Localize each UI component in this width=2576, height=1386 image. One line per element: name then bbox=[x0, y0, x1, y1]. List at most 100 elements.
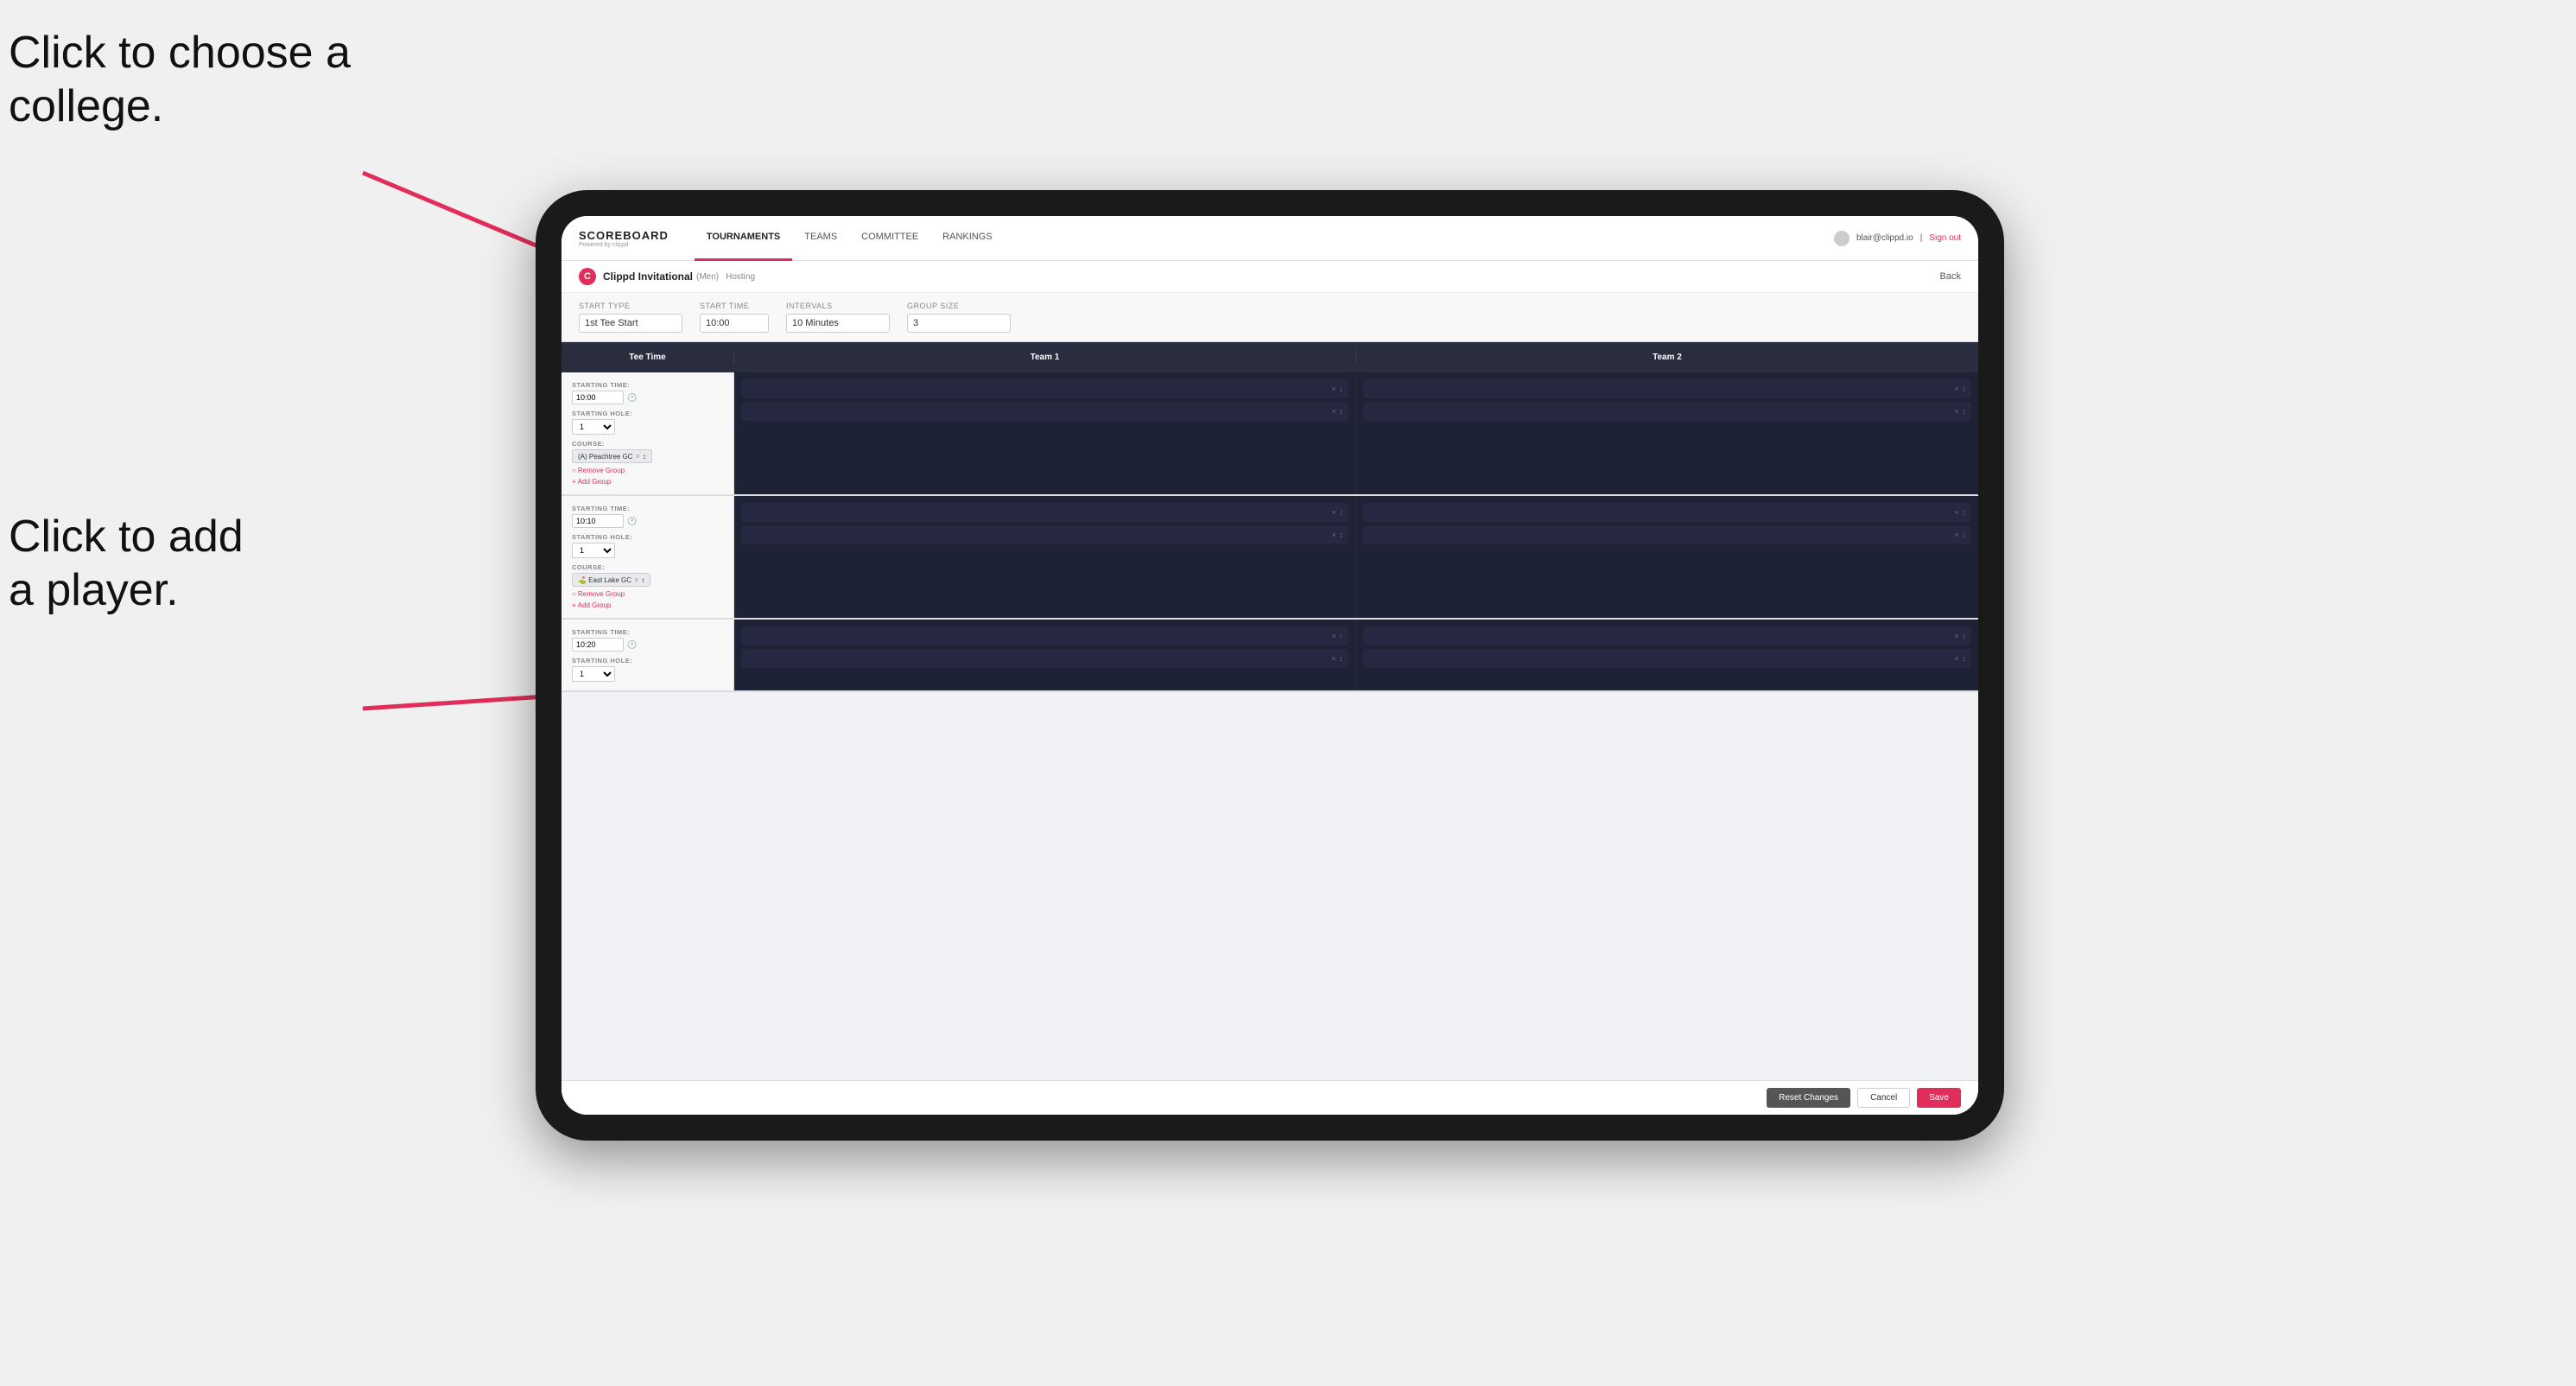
controls-row: Start Type 1st Tee Start Start Time Inte… bbox=[562, 293, 1978, 342]
starting-time-input-2[interactable] bbox=[572, 514, 624, 528]
group-row-3: STARTING TIME: 🕐 STARTING HOLE: 1 bbox=[562, 620, 1978, 692]
remove-group-2[interactable]: ○Remove Group bbox=[572, 590, 723, 598]
reorder-player-3b[interactable]: ↕ bbox=[1340, 654, 1344, 663]
remove-player-3c[interactable]: × bbox=[1954, 632, 1958, 640]
left-panel-1: STARTING TIME: 🕐 STARTING HOLE: 1 COURSE… bbox=[562, 372, 734, 494]
team1-panel-3: × ↕ × ↕ bbox=[734, 620, 1356, 690]
starting-hole-label-3: STARTING HOLE: bbox=[572, 657, 723, 664]
starting-time-label-2: STARTING TIME: bbox=[572, 505, 723, 512]
player-slot-2a[interactable]: × ↕ bbox=[741, 503, 1348, 522]
remove-player-2c[interactable]: × bbox=[1954, 508, 1958, 517]
start-type-group: Start Type 1st Tee Start bbox=[579, 302, 682, 333]
start-type-select[interactable]: 1st Tee Start bbox=[579, 314, 682, 333]
group-size-group: Group Size 3 bbox=[907, 302, 1011, 333]
nav-committee[interactable]: COMMITTEE bbox=[849, 216, 930, 261]
player-slot-3b[interactable]: × ↕ bbox=[741, 649, 1348, 668]
reorder-course-1[interactable]: ↕ bbox=[643, 453, 646, 461]
nav-links: TOURNAMENTS TEAMS COMMITTEE RANKINGS bbox=[695, 216, 1834, 261]
team2-panel-3: × ↕ × ↕ bbox=[1356, 620, 1978, 690]
player-slot-2d[interactable]: × ↕ bbox=[1363, 525, 1971, 544]
reorder-player-2a[interactable]: ↕ bbox=[1340, 508, 1344, 517]
remove-course-1[interactable]: × bbox=[636, 452, 640, 461]
nav-bar: SCOREBOARD Powered by clippd TOURNAMENTS… bbox=[562, 216, 1978, 261]
player-slot-1d[interactable]: × ↕ bbox=[1363, 402, 1971, 421]
intervals-select[interactable]: 10 Minutes bbox=[786, 314, 890, 333]
save-button[interactable]: Save bbox=[1917, 1088, 1961, 1108]
course-label-1: COURSE: bbox=[572, 440, 723, 448]
player-slot-1b[interactable]: × ↕ bbox=[741, 402, 1348, 421]
reorder-player-1b[interactable]: ↕ bbox=[1340, 407, 1344, 416]
player-slot-3d[interactable]: × ↕ bbox=[1363, 649, 1971, 668]
starting-time-label-3: STARTING TIME: bbox=[572, 628, 723, 636]
gender-label: (Men) bbox=[696, 272, 719, 282]
nav-right: blair@clippd.io | Sign out bbox=[1834, 231, 1961, 246]
group-row-2: STARTING TIME: 🕐 STARTING HOLE: 1 COURSE… bbox=[562, 496, 1978, 620]
annotation-choose-college: Click to choose a college. bbox=[9, 26, 351, 134]
remove-group-1[interactable]: ○Remove Group bbox=[572, 467, 723, 474]
reorder-player-2b[interactable]: ↕ bbox=[1340, 531, 1344, 539]
tee-time-header: Tee Time bbox=[562, 349, 734, 366]
player-slot-3a[interactable]: × ↕ bbox=[741, 626, 1348, 645]
start-type-label: Start Type bbox=[579, 302, 682, 310]
remove-player-2d[interactable]: × bbox=[1954, 531, 1958, 539]
reorder-player-1c[interactable]: ↕ bbox=[1963, 385, 1967, 393]
tournament-title: Clippd Invitational bbox=[603, 270, 693, 283]
nav-tournaments[interactable]: TOURNAMENTS bbox=[695, 216, 792, 261]
starting-time-input-1[interactable] bbox=[572, 391, 624, 404]
table-header: Tee Time Team 1 Team 2 bbox=[562, 342, 1978, 372]
reset-button[interactable]: Reset Changes bbox=[1767, 1088, 1850, 1108]
starting-time-label-1: STARTING TIME: bbox=[572, 381, 723, 389]
starting-hole-select-2[interactable]: 1 bbox=[572, 543, 615, 558]
course-tag-2[interactable]: ⛳ East Lake GC × ↕ bbox=[572, 573, 650, 587]
reorder-player-2d[interactable]: ↕ bbox=[1963, 531, 1967, 539]
reorder-player-2c[interactable]: ↕ bbox=[1963, 508, 1967, 517]
left-panel-3: STARTING TIME: 🕐 STARTING HOLE: 1 bbox=[562, 620, 734, 690]
back-button[interactable]: Back bbox=[1940, 271, 1961, 282]
remove-player-2b[interactable]: × bbox=[1331, 531, 1336, 539]
remove-player-3b[interactable]: × bbox=[1331, 654, 1336, 663]
nav-rankings[interactable]: RANKINGS bbox=[930, 216, 1004, 261]
title-bar: C Clippd Invitational (Men) Hosting Back bbox=[562, 261, 1978, 293]
starting-hole-select-1[interactable]: 1 bbox=[572, 419, 615, 435]
starting-time-input-3[interactable] bbox=[572, 638, 624, 652]
intervals-group: Intervals 10 Minutes bbox=[786, 302, 890, 333]
reorder-player-3c[interactable]: ↕ bbox=[1963, 632, 1967, 640]
clock-icon-1: 🕐 bbox=[627, 393, 637, 403]
hosting-badge: Hosting bbox=[726, 272, 755, 282]
reorder-player-1d[interactable]: ↕ bbox=[1963, 407, 1967, 416]
remove-player-3d[interactable]: × bbox=[1954, 654, 1958, 663]
group-size-label: Group Size bbox=[907, 302, 1011, 310]
remove-player-1d[interactable]: × bbox=[1954, 407, 1958, 416]
start-time-label: Start Time bbox=[700, 302, 769, 310]
player-slot-2b[interactable]: × ↕ bbox=[741, 525, 1348, 544]
player-slot-2c[interactable]: × ↕ bbox=[1363, 503, 1971, 522]
reorder-player-3d[interactable]: ↕ bbox=[1963, 654, 1967, 663]
player-slot-1c[interactable]: × ↕ bbox=[1363, 379, 1971, 398]
remove-course-2[interactable]: × bbox=[634, 575, 638, 584]
sign-out-link[interactable]: Sign out bbox=[1929, 233, 1961, 243]
remove-player-1a[interactable]: × bbox=[1331, 385, 1336, 393]
reorder-player-1a[interactable]: ↕ bbox=[1340, 385, 1344, 393]
remove-player-1c[interactable]: × bbox=[1954, 385, 1958, 393]
add-group-1[interactable]: +Add Group bbox=[572, 478, 723, 486]
reorder-course-2[interactable]: ↕ bbox=[641, 576, 644, 584]
start-time-input[interactable] bbox=[700, 314, 769, 333]
cancel-button[interactable]: Cancel bbox=[1857, 1088, 1910, 1108]
clippd-logo-icon: C bbox=[579, 268, 596, 285]
start-time-group: Start Time bbox=[700, 302, 769, 333]
player-slot-1a[interactable]: × ↕ bbox=[741, 379, 1348, 398]
starting-hole-label-2: STARTING HOLE: bbox=[572, 533, 723, 541]
clock-icon-3: 🕐 bbox=[627, 640, 637, 650]
group-row: STARTING TIME: 🕐 STARTING HOLE: 1 COURSE… bbox=[562, 372, 1978, 496]
starting-hole-label-1: STARTING HOLE: bbox=[572, 410, 723, 417]
player-slot-3c[interactable]: × ↕ bbox=[1363, 626, 1971, 645]
nav-teams[interactable]: TEAMS bbox=[792, 216, 849, 261]
remove-player-1b[interactable]: × bbox=[1331, 407, 1336, 416]
remove-player-2a[interactable]: × bbox=[1331, 508, 1336, 517]
group-size-select[interactable]: 3 bbox=[907, 314, 1011, 333]
starting-hole-select-3[interactable]: 1 bbox=[572, 666, 615, 682]
reorder-player-3a[interactable]: ↕ bbox=[1340, 632, 1344, 640]
course-tag-1[interactable]: (A) Peachtree GC × ↕ bbox=[572, 449, 652, 463]
add-group-2[interactable]: +Add Group bbox=[572, 601, 723, 609]
remove-player-3a[interactable]: × bbox=[1331, 632, 1336, 640]
